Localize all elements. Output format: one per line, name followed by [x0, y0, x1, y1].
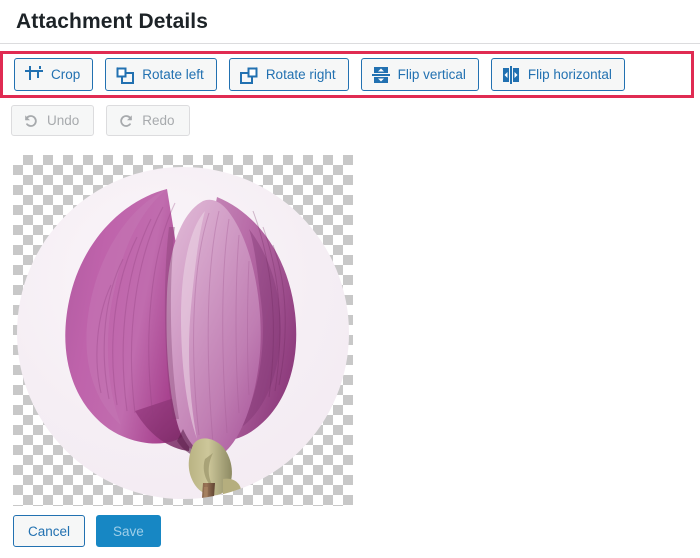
cancel-button[interactable]: Cancel: [13, 515, 86, 547]
editor-footer-actions: Cancel Save: [13, 515, 161, 547]
redo-button-label: Redo: [142, 112, 175, 128]
crop-icon: [25, 65, 43, 84]
rotate-right-button-label: Rotate right: [265, 66, 336, 82]
magnolia-flower-image: [65, 189, 297, 499]
rotate-left-button-label: Rotate left: [142, 66, 204, 82]
rotate-right-button[interactable]: Rotate right: [228, 58, 349, 91]
image-edit-toolbar: Crop Rotate left Rotate right Flip verti…: [0, 51, 694, 98]
page-header: Attachment Details: [0, 0, 700, 44]
flip-horizontal-icon: [502, 65, 520, 84]
crop-button[interactable]: Crop: [14, 58, 94, 91]
history-controls: Undo Redo: [11, 105, 202, 136]
undo-button[interactable]: Undo: [11, 105, 95, 136]
redo-button[interactable]: Redo: [106, 105, 190, 136]
image-circular-backdrop: [17, 167, 349, 499]
flip-horizontal-button[interactable]: Flip horizontal: [490, 58, 625, 91]
image-edit-canvas[interactable]: [13, 155, 353, 506]
page-title: Attachment Details: [16, 9, 209, 33]
redo-arrow-icon: [118, 113, 134, 129]
rotate-left-button[interactable]: Rotate left: [105, 58, 217, 91]
flip-horizontal-button-label: Flip horizontal: [527, 66, 612, 82]
save-button[interactable]: Save: [96, 515, 161, 547]
undo-arrow-icon: [23, 113, 39, 129]
undo-button-label: Undo: [47, 112, 80, 128]
flip-vertical-button-label: Flip vertical: [397, 66, 466, 82]
crop-button-label: Crop: [51, 66, 81, 82]
flip-vertical-icon: [371, 66, 390, 84]
rotate-left-icon: [116, 66, 135, 84]
rotate-right-icon: [239, 66, 258, 84]
flip-vertical-button[interactable]: Flip vertical: [360, 58, 479, 91]
